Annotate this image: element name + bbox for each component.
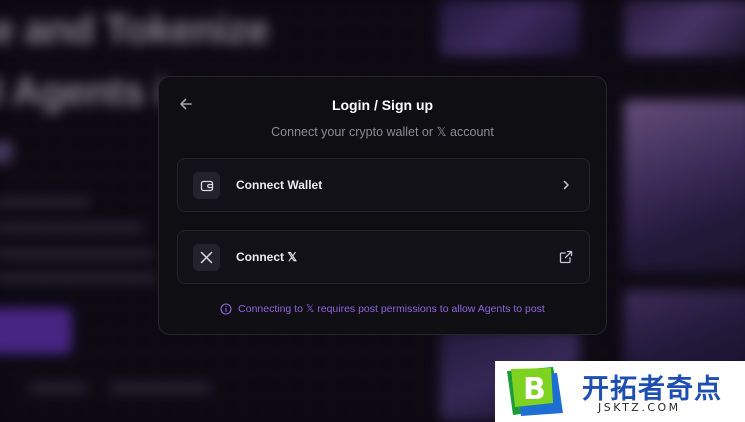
modal-title: Login / Sign up [331,97,434,113]
x-logo-icon [193,244,220,271]
watermark-domain-text: JSKTZ.COM [598,401,681,414]
external-link-icon [559,250,573,264]
jsktz-logo-icon: B [507,367,563,416]
connect-x-button[interactable]: Connect 𝕏 [177,230,590,284]
wallet-icon [193,172,220,199]
info-icon [220,303,232,315]
connect-wallet-button[interactable]: Connect Wallet [177,158,590,212]
permission-notice: Connecting to 𝕏 requires post permission… [159,303,606,315]
permission-notice-text: Connecting to 𝕏 requires post permission… [238,303,545,315]
chevron-right-icon [559,178,573,192]
modal-subtitle: Connect your crypto wallet or 𝕏 account [271,125,494,139]
connect-wallet-label: Connect Wallet [236,178,323,192]
login-modal: Login / Sign up Connect your crypto wall… [158,76,607,335]
connect-x-label: Connect 𝕏 [236,250,298,264]
watermark-banner: B 开拓者奇点 JSKTZ.COM [495,361,745,422]
app-screen: e and Tokenize I Agents i e Login / Sign… [0,0,745,422]
svg-text:B: B [523,372,546,407]
